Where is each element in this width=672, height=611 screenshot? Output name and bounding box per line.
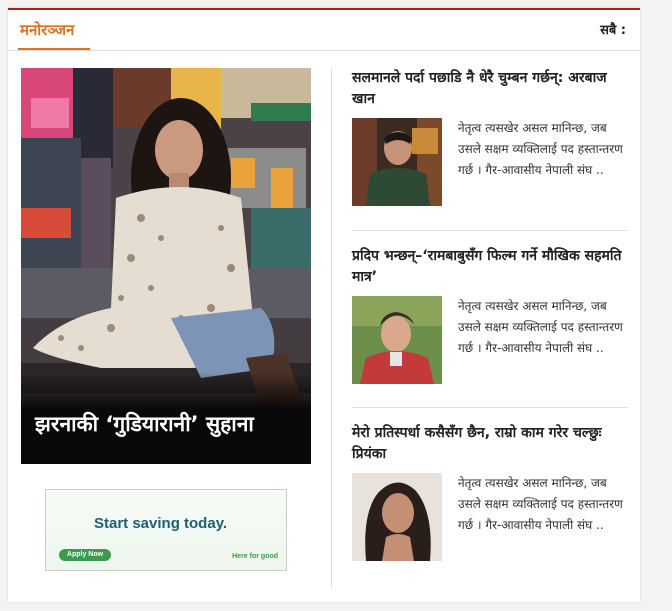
article-thumbnail[interactable] <box>352 118 442 206</box>
featured-title[interactable]: झरनाकी ‘गुडियारानी’ सुहाना <box>35 410 254 438</box>
advertisement-banner[interactable]: Start saving today. Apply Now Here for g… <box>45 489 287 571</box>
article-excerpt: नेतृत्व त्यसखेर असल मानिन्छ, जब उसले सक्… <box>458 299 623 355</box>
ad-headline: Start saving today. <box>94 515 228 532</box>
article-thumbnail[interactable] <box>352 296 442 384</box>
article-title[interactable]: सलमानले पर्दा पछाडि नै धेरै चुम्बन गर्छन… <box>352 68 628 110</box>
ad-apply-button[interactable]: Apply Now <box>59 549 111 561</box>
article-divider <box>352 230 628 231</box>
article-divider <box>352 407 628 408</box>
section-title[interactable]: मनोरञ्जन <box>20 20 74 40</box>
article-item[interactable]: सलमानले पर्दा पछाडि नै धेरै चुम्बन गर्छन… <box>352 68 628 208</box>
article-item[interactable]: प्रदिप भन्छन्–‘रामबाबुसँग फिल्म गर्ने मौ… <box>352 246 628 386</box>
section-header: मनोरञ्जन सबै : <box>8 10 640 51</box>
article-item[interactable]: मेरो प्रतिस्पर्धा कसैसँग छैन, राम्रो काम… <box>352 423 628 563</box>
article-excerpt: नेतृत्व त्यसखेर असल मानिन्छ, जब उसले सक्… <box>458 476 623 532</box>
view-all-link[interactable]: सबै : <box>600 20 626 38</box>
entertainment-section: मनोरञ्जन सबै : झरनाकी ‘गुडियारानी’ सुहान… <box>8 8 640 602</box>
featured-caption: झरनाकी ‘गुडियारानी’ सुहाना <box>21 372 311 464</box>
article-excerpt: नेतृत्व त्यसखेर असल मानिन्छ, जब उसले सक्… <box>458 121 623 177</box>
article-title[interactable]: मेरो प्रतिस्पर्धा कसैसँग छैन, राम्रो काम… <box>352 423 628 465</box>
section-title-underline <box>18 48 90 50</box>
ad-tagline: Here for good <box>232 553 278 560</box>
article-title[interactable]: प्रदिप भन्छन्–‘रामबाबुसँग फिल्म गर्ने मौ… <box>352 246 628 288</box>
featured-story[interactable]: झरनाकी ‘गुडियारानी’ सुहाना <box>21 68 311 464</box>
article-thumbnail[interactable] <box>352 473 442 561</box>
column-divider <box>331 68 332 588</box>
